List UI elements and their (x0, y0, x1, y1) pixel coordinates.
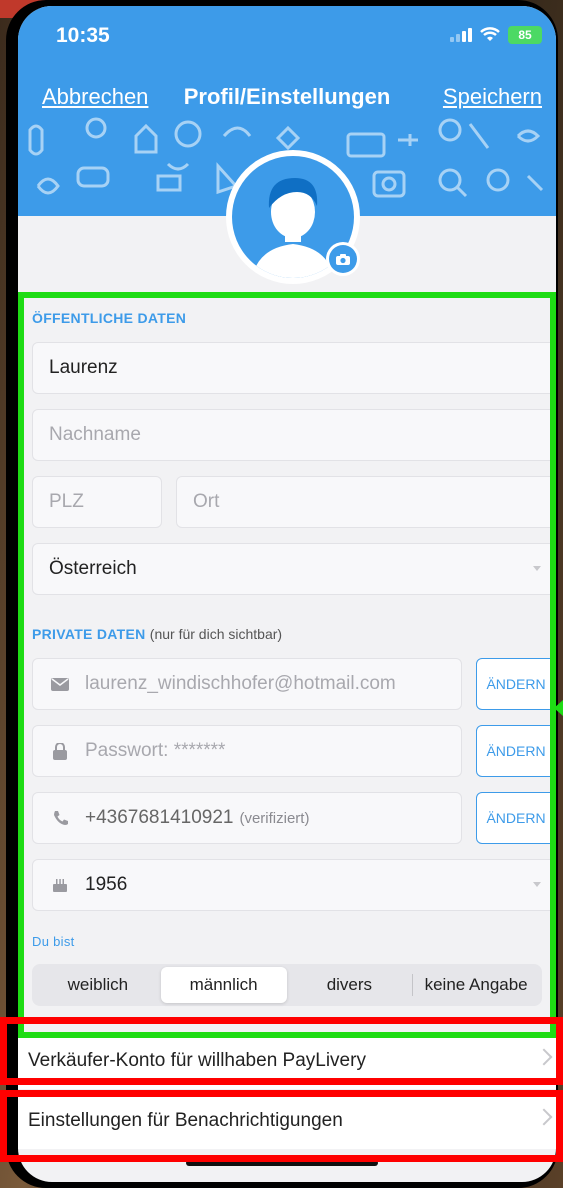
cancel-button[interactable]: Abbrechen (42, 84, 148, 110)
country-value: Österreich (49, 558, 137, 579)
paylivery-account-row[interactable]: Verkäufer-Konto für willhaben PayLivery (18, 1033, 556, 1089)
public-data-heading: ÖFFENTLICHE DATEN (32, 310, 187, 326)
gender-option-male[interactable]: männlich (160, 967, 287, 1003)
change-phone-button[interactable]: ÄNDERN (476, 792, 556, 844)
zip-field[interactable]: PLZ (32, 476, 162, 528)
private-data-note: (nur für dich sichtbar) (149, 626, 283, 642)
phone-frame: 10:35 85 Abbrechen Profil/Einstellungen (6, 0, 558, 1188)
phone-verified-note: (verifiziert) (239, 809, 310, 827)
chevron-right-icon (535, 1048, 553, 1066)
chevron-down-icon (533, 882, 541, 887)
envelope-icon (49, 677, 71, 691)
notification-settings-label: Einstellungen für Benachrichtigungen (28, 1110, 343, 1131)
app-screen: 10:35 85 Abbrechen Profil/Einstellungen (18, 6, 556, 1182)
chevron-right-icon (535, 1108, 553, 1126)
notification-settings-row[interactable]: Einstellungen für Benachrichtigungen (18, 1093, 556, 1149)
city-field[interactable]: Ort (176, 476, 556, 528)
change-password-button[interactable]: ÄNDERN (476, 725, 556, 777)
highlight-arrow-icon (554, 700, 563, 716)
avatar[interactable] (226, 150, 360, 284)
password-field[interactable]: Passwort: ******* (32, 725, 462, 777)
birth-year-select[interactable]: 1956 (32, 859, 556, 911)
battery-indicator: 85 (508, 26, 542, 44)
email-field[interactable]: laurenz_windischhofer@hotmail.com (32, 658, 462, 710)
gender-option-female[interactable]: weiblich (35, 967, 161, 1003)
last-name-field[interactable]: Nachname (32, 409, 556, 461)
phone-icon (49, 810, 71, 826)
chevron-down-icon (533, 566, 541, 571)
status-time: 10:35 (56, 24, 110, 47)
paylivery-label: Verkäufer-Konto für willhaben PayLivery (28, 1050, 366, 1071)
cake-icon (49, 877, 71, 893)
first-name-field[interactable]: Laurenz (32, 342, 556, 394)
home-indicator (186, 1160, 378, 1166)
save-button[interactable]: Speichern (443, 84, 542, 110)
password-value: Passwort: ******* (85, 740, 226, 761)
signal-icon (450, 28, 472, 42)
lock-icon (49, 742, 71, 760)
phone-value: +4367681410921 (85, 807, 234, 828)
wifi-icon (480, 27, 500, 41)
gender-option-diverse[interactable]: divers (287, 967, 413, 1003)
gender-option-none[interactable]: keine Angabe (413, 967, 539, 1003)
nav-bar: Abbrechen Profil/Einstellungen Speichern (18, 78, 556, 118)
phone-field[interactable]: +4367681410921 (verifiziert) (32, 792, 462, 844)
camera-icon (336, 253, 350, 265)
private-data-title: PRIVATE DATEN (32, 626, 146, 642)
status-icons: 85 (450, 26, 542, 44)
country-select[interactable]: Österreich (32, 543, 556, 595)
email-value: laurenz_windischhofer@hotmail.com (85, 673, 396, 694)
gender-segmented-control: weiblich männlich divers keine Angabe (32, 964, 542, 1006)
birth-year-value: 1956 (85, 874, 128, 895)
private-data-heading: PRIVATE DATEN (nur für dich sichtbar) (32, 626, 282, 642)
change-photo-button[interactable] (326, 242, 360, 276)
status-bar: 10:35 85 (18, 6, 556, 66)
change-email-button[interactable]: ÄNDERN (476, 658, 556, 710)
gender-label: Du bist (32, 934, 75, 949)
